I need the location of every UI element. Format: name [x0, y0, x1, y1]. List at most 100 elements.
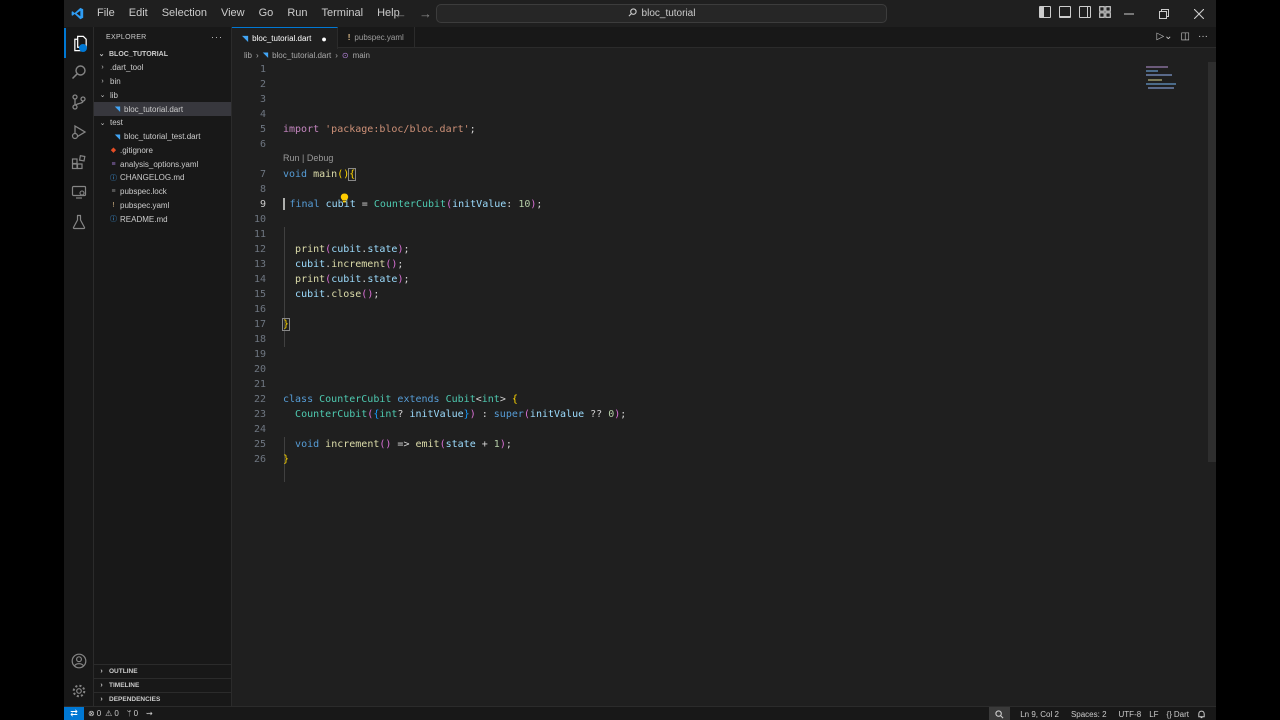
ports-icon: ᛘ — [126, 709, 132, 718]
tree-file[interactable]: ◆ .gitignore — [94, 144, 231, 158]
tree-file[interactable]: ≡ pubspec.lock — [94, 185, 231, 199]
manage-gear-icon[interactable] — [64, 676, 94, 706]
menu-terminal[interactable]: Terminal — [315, 0, 371, 27]
code-line[interactable]: 25 void increment() => emit(state + 1); — [232, 437, 1132, 452]
minimap[interactable] — [1142, 62, 1202, 122]
menu-run[interactable]: Run — [280, 0, 314, 27]
zoom-icon[interactable] — [989, 707, 1011, 720]
problems-indicator[interactable]: ⊗ 0 ⚠ 0 — [84, 709, 123, 718]
code-line[interactable]: 7 void main(){ — [232, 167, 1132, 182]
breadcrumb-item[interactable]: lib — [244, 51, 252, 60]
warning-count: 0 — [114, 709, 119, 718]
tab-bloc-tutorial-dart[interactable]: ◥ bloc_tutorial.dart ● — [232, 27, 338, 49]
testing-icon[interactable] — [64, 207, 94, 237]
code-line[interactable]: 23 CounterCubit({int? initValue}) : supe… — [232, 407, 1132, 422]
toggle-panel-icon[interactable] — [1059, 6, 1071, 18]
menu-edit[interactable]: Edit — [122, 0, 155, 27]
tree-item-label: pubspec.lock — [120, 187, 167, 197]
run-debug-codelens[interactable]: Run | Debug — [283, 152, 333, 164]
menu-file[interactable]: File — [90, 0, 122, 27]
tree-folder[interactable]: › .dart_tool — [94, 61, 231, 75]
tree-folder[interactable]: › bin — [94, 75, 231, 89]
code-line[interactable]: 15 cubit.close(); — [232, 287, 1132, 302]
split-editor-icon[interactable]: ◫ — [1181, 31, 1190, 42]
toggle-secondary-sidebar-icon[interactable] — [1079, 6, 1091, 18]
customize-layout-icon[interactable] — [1099, 6, 1111, 18]
minimize-button[interactable] — [1111, 0, 1146, 27]
tree-item-label: .gitignore — [120, 145, 153, 155]
close-button[interactable] — [1181, 0, 1216, 27]
chevron-right-icon: › — [335, 50, 338, 60]
menu-view[interactable]: View — [214, 0, 252, 27]
forward-arrow-icon[interactable]: → — [419, 6, 432, 21]
dependencies-section[interactable]: › DEPENDENCIES — [94, 692, 232, 706]
tree-item-label: bloc_tutorial_test.dart — [124, 132, 201, 142]
explorer-sidebar: EXPLORER ··· ⌄ BLOC_TUTORIAL › .dart_tool… — [94, 27, 232, 706]
menu-selection[interactable]: Selection — [155, 0, 214, 27]
tree-file[interactable]: ⓘ CHANGELOG.md — [94, 171, 231, 185]
language-label: Dart — [1173, 709, 1189, 719]
warning-icon: ⚠ — [105, 709, 113, 718]
extensions-icon[interactable] — [64, 147, 94, 177]
cursor-position[interactable]: Ln 9, Col 2 — [1016, 710, 1063, 719]
accounts-icon[interactable] — [64, 646, 94, 676]
ports-indicator[interactable]: ᛘ 0 — [123, 709, 142, 718]
vertical-scrollbar[interactable] — [1208, 62, 1216, 462]
tab-pubspec-yaml[interactable]: ! pubspec.yaml — [338, 27, 415, 48]
chevron-right-icon: › — [100, 696, 103, 703]
code-editor[interactable]: 1 2 3 4 5 import 'package:bloc/bloc.dart'… — [232, 62, 1202, 702]
tree-item-label: bin — [110, 77, 121, 87]
search-icon[interactable] — [64, 57, 94, 87]
command-center-label: bloc_tutorial — [641, 8, 696, 19]
workspace-folder-header[interactable]: ⌄ BLOC_TUTORIAL — [94, 47, 231, 61]
code-line[interactable]: 5 import 'package:bloc/bloc.dart'; — [232, 122, 1132, 137]
more-actions-icon[interactable]: ··· — [1198, 31, 1208, 42]
code-line[interactable]: 12 print(cubit.state); — [232, 242, 1132, 257]
tree-item-label: test — [110, 118, 123, 128]
breadcrumb-item[interactable]: main — [353, 51, 370, 60]
menu-go[interactable]: Go — [252, 0, 281, 27]
source-control-icon[interactable] — [64, 87, 94, 117]
restore-button[interactable] — [1146, 0, 1181, 27]
code-line[interactable]: 17} — [232, 317, 1132, 332]
remote-explorer-icon[interactable] — [64, 177, 94, 207]
debug-launch-icon[interactable]: ⇝ — [142, 709, 157, 718]
command-center-search[interactable]: bloc_tutorial — [436, 4, 887, 23]
notifications-bell-icon[interactable] — [1193, 710, 1210, 719]
remote-indicator-icon[interactable]: ⇄ — [64, 706, 84, 720]
indentation[interactable]: Spaces: 2 — [1067, 710, 1111, 719]
toggle-primary-sidebar-icon[interactable] — [1039, 6, 1051, 18]
code-line[interactable]: 26} — [232, 452, 1132, 467]
tree-file[interactable]: ⓘ README.md — [94, 212, 231, 226]
code-line[interactable]: 14 print(cubit.state); — [232, 272, 1132, 287]
search-icon — [628, 7, 637, 20]
outline-section[interactable]: › OUTLINE — [94, 664, 232, 678]
tree-folder[interactable]: ⌄ test — [94, 116, 231, 130]
run-debug-dropdown-icon[interactable]: ▷⌄ — [1156, 31, 1172, 42]
yaml-warning-icon: ! — [347, 33, 351, 42]
code-line[interactable]: 13 cubit.increment(); — [232, 257, 1132, 272]
end-of-line[interactable]: LF — [1145, 710, 1162, 719]
explorer-icon[interactable] — [64, 28, 94, 58]
outline-label: OUTLINE — [109, 668, 138, 675]
timeline-section[interactable]: › TIMELINE — [94, 678, 232, 692]
back-arrow-icon[interactable]: ← — [394, 6, 407, 21]
chevron-down-icon: ⌄ — [99, 92, 106, 100]
encoding[interactable]: UTF-8 — [1115, 710, 1146, 719]
language-mode[interactable]: {} Dart — [1163, 710, 1193, 719]
more-actions-icon[interactable]: ··· — [211, 32, 223, 42]
run-debug-icon[interactable] — [64, 117, 94, 147]
code-line[interactable]: 22 class CounterCubit extends Cubit<int> … — [232, 392, 1132, 407]
breadcrumb-item[interactable]: bloc_tutorial.dart — [272, 51, 331, 60]
tree-file[interactable]: ◥ bloc_tutorial.dart — [94, 102, 231, 116]
tree-file[interactable]: ◥ bloc_tutorial_test.dart — [94, 130, 231, 144]
tab-label: pubspec.yaml — [354, 33, 404, 42]
tree-folder[interactable]: ⌄ lib — [94, 89, 231, 103]
breadcrumb: lib › ◥ bloc_tutorial.dart › ⊙ main — [232, 48, 1216, 62]
tree-file[interactable]: ! pubspec.yaml — [94, 199, 231, 213]
tree-file[interactable]: ≡ analysis_options.yaml — [94, 157, 231, 171]
code-line[interactable]: 9 final cubit = CounterCubit(initValue: 1… — [232, 197, 1132, 212]
error-icon: ⊗ — [88, 709, 95, 718]
unsaved-dot-icon[interactable]: ● — [321, 34, 326, 44]
yaml-warning-icon: ! — [112, 201, 115, 209]
